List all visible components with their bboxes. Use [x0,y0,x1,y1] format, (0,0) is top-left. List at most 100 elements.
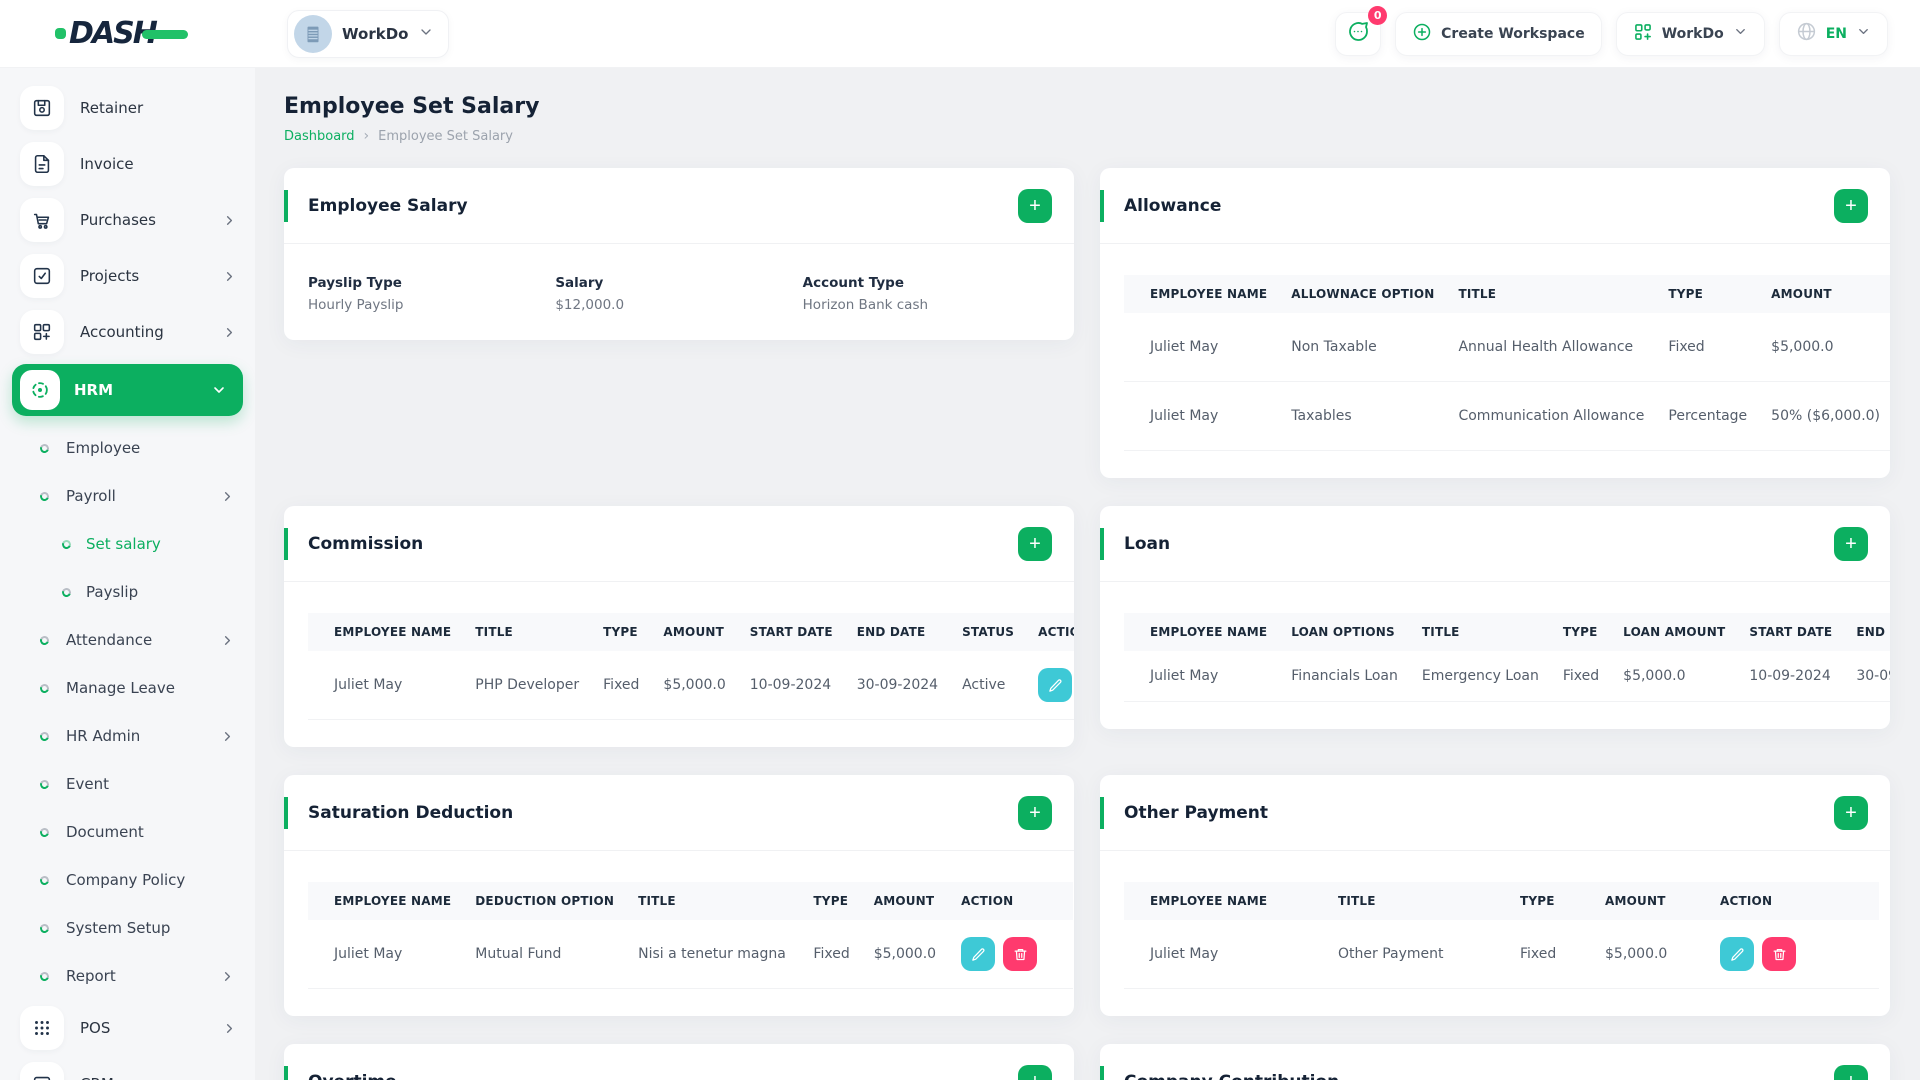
add-other-payment-button[interactable]: + [1834,795,1868,830]
bullet-icon [38,826,51,838]
grid-plus-icon [1633,22,1653,46]
actions-cell [1708,920,1879,989]
sidebar-item-document[interactable]: Document [0,808,255,856]
workspace-name: WorkDo [342,24,409,43]
workdo-menu-button[interactable]: WorkDo [1615,11,1765,56]
sidebar-item-label: Employee [66,439,141,457]
add-allowance-button[interactable]: + [1834,188,1868,223]
sidebar-item-hrm[interactable]: HRM [12,364,243,416]
bullet-icon [38,778,51,790]
sidebar-item-label: HRM [74,381,114,399]
sidebar-item-label: CRM [80,1075,114,1080]
bullet-icon [38,922,51,934]
sidebar-item-label: Accounting [80,323,164,341]
language-selector[interactable]: EN [1778,11,1888,56]
add-loan-button[interactable]: + [1834,526,1868,561]
sidebar-item-invoice[interactable]: Invoice [0,136,255,192]
table-row: Juliet May PHP Developer Fixed $5,000.0 10-0… [308,651,1074,720]
delete-button[interactable] [1003,937,1038,971]
column-header-type: TYPE [801,882,862,920]
workspace-picker[interactable]: WorkDo [287,9,450,58]
add-company-contribution-button[interactable]: + [1834,1064,1868,1080]
table-cell: 30-09-2024 [844,651,951,720]
sidebar-item-accounting[interactable]: Accounting [0,304,255,360]
column-header-loan-amount: LOAN AMOUNT [1611,613,1738,651]
bullet-icon [38,970,51,982]
sidebar-item-event[interactable]: Event [0,760,255,808]
column-header-title: TITLE [463,613,592,651]
sidebar-item-set-salary[interactable]: Set salary [0,520,255,568]
edit-button[interactable] [1720,937,1754,971]
table-cell: Communication Allowance [1446,381,1657,451]
add-commission-button[interactable]: + [1018,526,1052,561]
column-header-allownace-option: ALLOWNACE OPTION [1279,275,1447,313]
floppy-disk-icon [20,86,64,130]
card-title: Loan [1124,533,1171,554]
field-salary: Salary $12,000.0 [555,275,802,313]
sidebar-item-manage-leave[interactable]: Manage Leave [0,664,255,712]
dash-logo[interactable]: DASH [55,16,188,51]
bullet-icon [38,634,51,646]
sidebar-item-attendance[interactable]: Attendance [0,616,255,664]
shopping-cart-icon [20,198,64,242]
breadcrumb-dashboard-link[interactable]: Dashboard [284,129,355,144]
column-header-action: ACTION [949,882,1073,920]
building-icon [294,14,332,53]
sidebar-item-company-policy[interactable]: Company Policy [0,856,255,904]
create-workspace-button[interactable]: Create Workspace [1395,11,1602,56]
card-title: Employee Salary [308,195,468,216]
column-header-title: TITLE [1446,275,1657,313]
table-cell: Taxables [1279,381,1447,451]
column-header-loan-options: LOAN OPTIONS [1279,613,1410,651]
table-cell: Juliet May [1124,651,1280,702]
sidebar-item-retainer[interactable]: Retainer [0,80,255,136]
table-row: Juliet May Non Taxable Annual Health Allow… [1124,313,1890,382]
sidebar-item-payslip[interactable]: Payslip [0,568,255,616]
sidebar-item-employee[interactable]: Employee [0,424,255,472]
sidebar-item-payroll[interactable]: Payroll [0,472,255,520]
table-cell: Juliet May [1124,381,1280,451]
column-header-type: TYPE [591,613,652,651]
sidebar-item-crm[interactable]: CRM [0,1056,255,1080]
column-header-type: TYPE [1656,275,1760,313]
sidebar-item-pos[interactable]: POS [0,1000,255,1056]
overtime-card: Overtime + [284,1044,1074,1080]
column-header-title: TITLE [1326,882,1508,920]
column-header-title: TITLE [626,882,802,920]
field-label: Payslip Type [308,275,402,291]
sidebar-item-report[interactable]: Report [0,952,255,1000]
edit-button[interactable] [1038,668,1073,702]
create-workspace-label: Create Workspace [1441,25,1585,42]
column-header-title: TITLE [1409,613,1551,651]
table-cell: $5,000.0 [1611,651,1738,702]
column-header-action: ACTION [1708,882,1879,920]
sidebar-item-label: Set salary [86,535,161,553]
table-header-row: EMPLOYEE NAME LOAN OPTIONS TITLE TYPE LOAN A… [1124,613,1890,651]
messages-button[interactable]: 0 [1335,5,1388,56]
edit-button[interactable] [961,937,996,971]
other-payment-card: Other Payment + EMPLOYEE NAME TITLE TYPE AM… [1100,775,1890,1016]
bullet-icon [38,874,51,886]
chevron-right-icon [222,213,237,228]
sidebar-item-hr-admin[interactable]: HR Admin [0,712,255,760]
delete-button[interactable] [1762,937,1796,971]
check-square-icon [20,254,64,298]
main-content: Employee Set Salary Dashboard › Employee… [255,68,1920,1080]
table-cell: Nisi a tenetur magna [626,920,802,989]
sidebar-item-system-setup[interactable]: System Setup [0,904,255,952]
table-cell: 30-09-2024 [1844,651,1890,702]
add-employee-salary-button[interactable]: + [1018,188,1052,223]
column-header-employee-name: EMPLOYEE NAME [308,613,464,651]
actions-cell [1026,651,1074,720]
table-cell: Active [950,651,1027,720]
column-header-status: STATUS [950,613,1027,651]
sidebar-item-projects[interactable]: Projects [0,248,255,304]
sidebar-item-label: Document [66,823,144,841]
sidebar-item-label: Retainer [80,99,144,117]
company-contribution-card: Company Contribution + [1100,1044,1890,1080]
sidebar-item-purchases[interactable]: Purchases [0,192,255,248]
column-header-amount: AMOUNT [861,882,950,920]
column-header-employee-name: EMPLOYEE NAME [1124,882,1326,920]
add-overtime-button[interactable]: + [1018,1064,1052,1080]
add-saturation-deduction-button[interactable]: + [1018,795,1052,830]
